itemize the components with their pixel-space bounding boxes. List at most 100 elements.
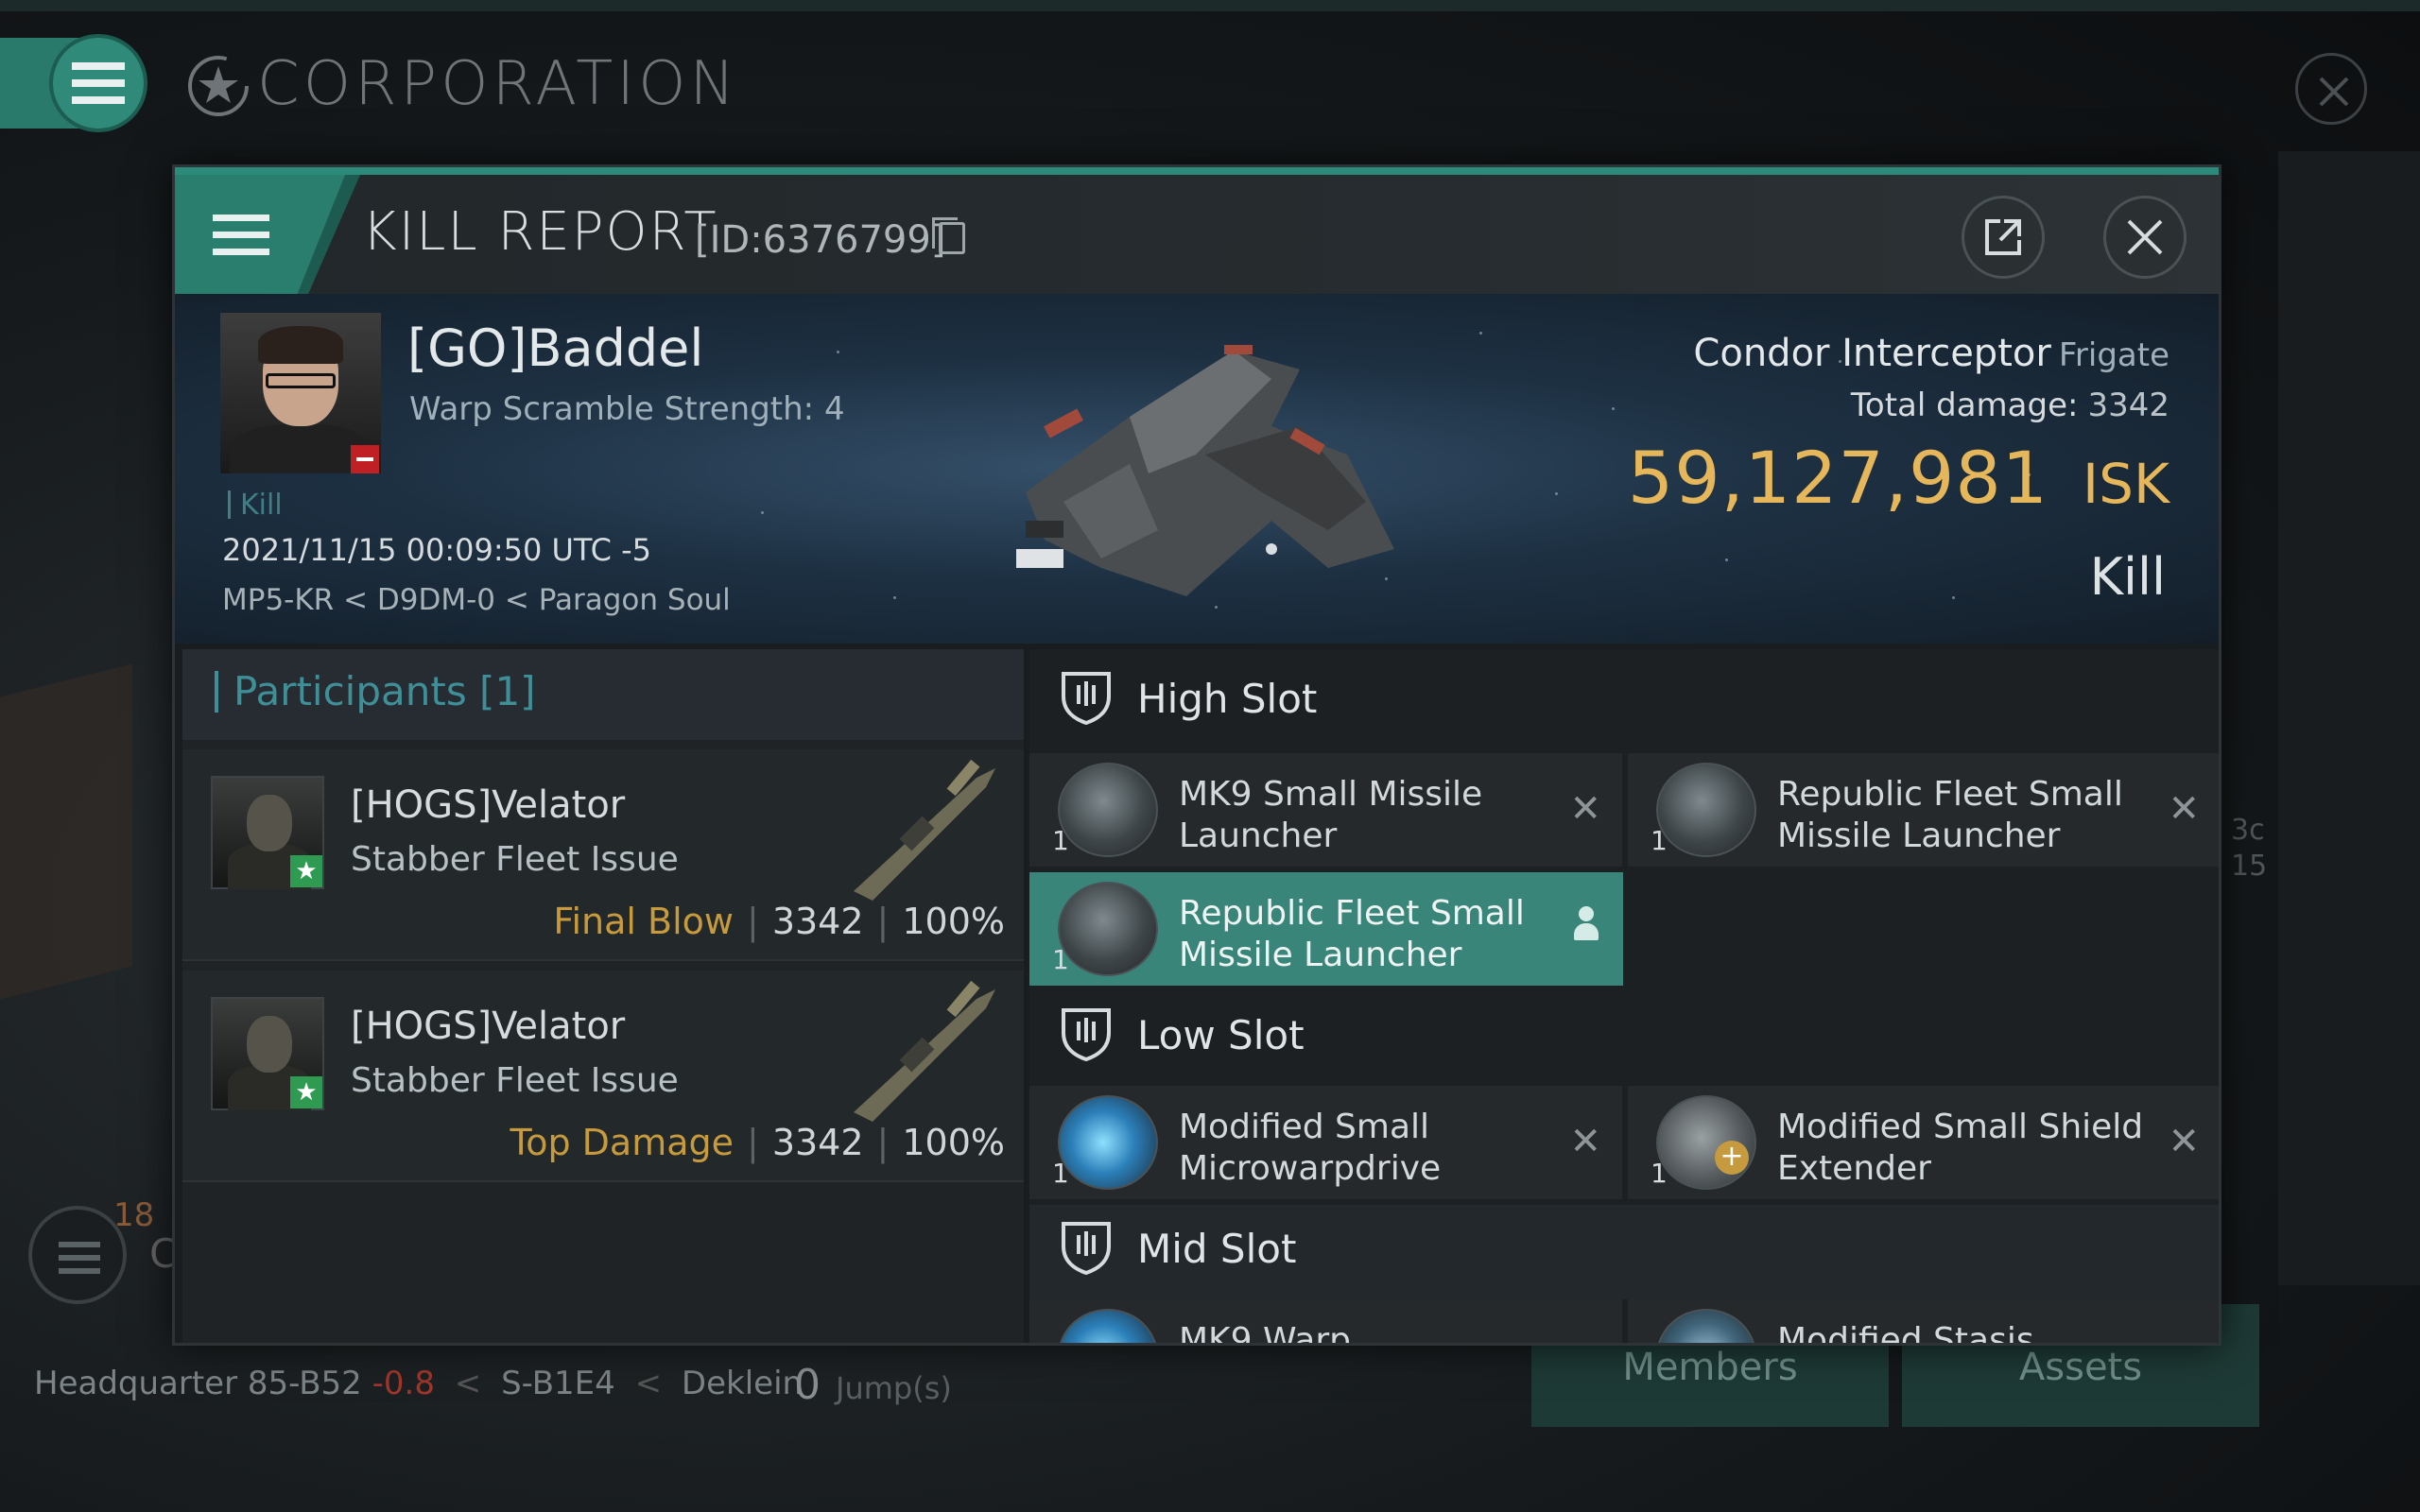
victim-portrait[interactable] bbox=[220, 313, 381, 473]
headquarter-location: Headquarter 85-B52 -0.8 < S-B1E4 < Dekle… bbox=[34, 1365, 803, 1402]
unread-count: 18 bbox=[113, 1196, 155, 1234]
mid-slot-label: Mid Slot bbox=[1137, 1226, 1297, 1272]
total-damage-label: Total damage: bbox=[1850, 387, 2079, 424]
participant-name: [HOGS]Velator bbox=[351, 1005, 626, 1048]
total-damage: Total damage: 3342 bbox=[1851, 387, 2169, 424]
stasis-webifier-icon bbox=[1656, 1309, 1756, 1343]
participant-damage: 3342 bbox=[771, 901, 864, 942]
share-icon bbox=[1985, 219, 2021, 255]
fragment-line: 15 bbox=[2231, 850, 2268, 883]
ship-class: Frigate bbox=[2058, 336, 2169, 374]
module-item[interactable]: 1 Modified Small Microwarpdrive ✕ bbox=[1029, 1086, 1622, 1199]
slot-shield-icon bbox=[1062, 1008, 1111, 1061]
hamburger-icon bbox=[72, 62, 125, 104]
window-titlebar: KILL REPORT [ID:6376799] bbox=[175, 175, 2219, 294]
breadcrumb-separator: < bbox=[454, 1365, 482, 1402]
module-name: MK9 Small Missile Launcher bbox=[1179, 775, 1483, 855]
participant-ship: Stabber Fleet Issue bbox=[351, 1061, 679, 1100]
jumps-label: Jump(s) bbox=[836, 1370, 952, 1406]
close-button[interactable] bbox=[2103, 196, 2187, 279]
slot-row: 1 MK9 Warp ✕ 1 Modified Stasis ✕ bbox=[1029, 1299, 2219, 1346]
slot-row: 1 Republic Fleet Small Missile Launcher bbox=[1029, 872, 1623, 986]
participant-row[interactable]: ★ [HOGS]Velator Stabber Fleet Issue Top … bbox=[182, 971, 1024, 1182]
hamburger-icon bbox=[213, 215, 269, 255]
kill-report-window: KILL REPORT [ID:6376799] [GO]Baddel Warp… bbox=[172, 164, 2221, 1346]
breadcrumb-separator: < bbox=[634, 1365, 663, 1402]
ship-image bbox=[1016, 345, 1394, 596]
participant-portrait[interactable]: ★ bbox=[211, 776, 324, 889]
jumps-counter: 0 Jump(s) bbox=[794, 1361, 952, 1409]
weapon-icon bbox=[854, 759, 995, 901]
isk-unit: ISK bbox=[2083, 452, 2169, 516]
region-label: Deklein bbox=[681, 1365, 804, 1402]
kill-location: MP5-KR < D9DM-0 < Paragon Soul bbox=[222, 583, 731, 617]
low-slot-label: Low Slot bbox=[1137, 1012, 1305, 1058]
slot-row: 1 Modified Small Microwarpdrive ✕ + 1 Mo… bbox=[1029, 1086, 2219, 1199]
background-close-button[interactable] bbox=[2295, 53, 2367, 125]
participant-row[interactable]: ★ [HOGS]Velator Stabber Fleet Issue Fina… bbox=[182, 749, 1024, 961]
plus-badge-icon: + bbox=[1715, 1141, 1749, 1175]
module-name: MK9 Warp bbox=[1179, 1321, 1352, 1346]
module-name: Republic Fleet Small Missile Launcher bbox=[1179, 894, 1525, 974]
destroyed-x-icon: ✕ bbox=[1569, 787, 1601, 831]
module-name: Republic Fleet Small Missile Launcher bbox=[1777, 775, 2123, 855]
corp-star-icon: ★ bbox=[290, 1076, 322, 1108]
weapon-icon bbox=[854, 980, 995, 1122]
top-strip bbox=[0, 0, 2420, 11]
module-item[interactable]: 1 Republic Fleet Small Missile Launcher … bbox=[1628, 753, 2219, 867]
participant-percent: 100% bbox=[902, 1122, 1005, 1163]
total-damage-value: 3342 bbox=[2087, 387, 2169, 424]
chat-menu-button[interactable] bbox=[28, 1206, 127, 1304]
module-name: Modified Small Microwarpdrive bbox=[1179, 1108, 1442, 1188]
window-accent-line bbox=[175, 167, 2219, 175]
module-quantity: 1 bbox=[1052, 944, 1069, 975]
background-panel bbox=[2278, 151, 2420, 1285]
window-menu-button[interactable] bbox=[175, 175, 345, 294]
participant-portrait[interactable]: ★ bbox=[211, 997, 324, 1110]
background-text-fragment: 3c 15 bbox=[2231, 813, 2267, 885]
participants-header: Participants [1] bbox=[182, 649, 1024, 740]
module-quantity: 1 bbox=[1651, 1158, 1668, 1189]
module-item-selected[interactable]: 1 Republic Fleet Small Missile Launcher bbox=[1029, 872, 1623, 986]
final-blow-tag: Final Blow bbox=[553, 901, 735, 942]
window-title: KILL REPORT bbox=[362, 201, 718, 263]
share-button[interactable] bbox=[1962, 196, 2045, 279]
high-slot-header: High Slot bbox=[1029, 649, 2219, 753]
slot-row: 1 MK9 Small Missile Launcher ✕ 1 Republi… bbox=[1029, 753, 2219, 867]
security-status: -0.8 bbox=[372, 1365, 435, 1402]
slot-shield-icon bbox=[1062, 1222, 1111, 1275]
close-icon bbox=[2127, 219, 2163, 255]
victim-banner: [GO]Baddel Warp Scramble Strength: 4 Kil… bbox=[175, 294, 2219, 644]
module-name: Modified Small Shield Extender bbox=[1777, 1108, 2144, 1188]
destroyed-x-icon: ✕ bbox=[2168, 1333, 2200, 1343]
warp-scramble-strength: Warp Scramble Strength: 4 bbox=[409, 390, 845, 428]
slot-shield-icon bbox=[1062, 672, 1111, 725]
fitting-panel: High Slot 1 MK9 Small Missile Launcher ✕… bbox=[1029, 649, 2219, 1346]
fragment-line: 3c bbox=[2231, 814, 2265, 847]
person-icon bbox=[1574, 906, 1599, 944]
copy-icon[interactable] bbox=[932, 217, 965, 254]
main-menu-button[interactable] bbox=[49, 34, 147, 132]
missile-launcher-icon bbox=[1058, 882, 1158, 976]
module-item[interactable]: 1 MK9 Small Missile Launcher ✕ bbox=[1029, 753, 1622, 867]
headquarter-label: Headquarter 85-B52 bbox=[34, 1365, 362, 1402]
isk-amount: 59,127,981 bbox=[1627, 436, 2049, 520]
isk-value: 59,127,981 ISK bbox=[1628, 436, 2169, 520]
low-slot-header: Low Slot bbox=[1029, 991, 2219, 1086]
high-slot-label: High Slot bbox=[1137, 676, 1318, 722]
hamburger-icon bbox=[59, 1242, 100, 1274]
corporation-title: CORPORATION bbox=[257, 49, 739, 119]
module-quantity: 1 bbox=[1052, 1158, 1069, 1189]
module-item[interactable]: + 1 Modified Small Shield Extender ✕ bbox=[1628, 1086, 2219, 1199]
participant-name: [HOGS]Velator bbox=[351, 783, 626, 827]
corp-star-icon: ★ bbox=[290, 855, 322, 887]
module-item[interactable]: 1 Modified Stasis ✕ bbox=[1628, 1299, 2219, 1343]
close-icon bbox=[2319, 77, 2349, 107]
result-label: Kill bbox=[2089, 547, 2166, 607]
module-item[interactable]: 1 MK9 Warp ✕ bbox=[1029, 1299, 1622, 1346]
participant-ship: Stabber Fleet Issue bbox=[351, 840, 679, 879]
participants-title: Participants [1] bbox=[233, 668, 536, 714]
victim-name: [GO]Baddel bbox=[407, 318, 704, 378]
microwarpdrive-icon bbox=[1058, 1095, 1158, 1190]
mid-slot-header: Mid Slot bbox=[1029, 1205, 2219, 1299]
